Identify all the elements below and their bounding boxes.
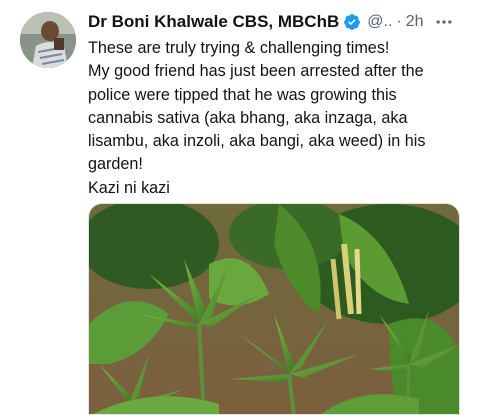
more-options-icon[interactable] xyxy=(434,12,454,32)
tweet[interactable]: Dr Boni Khalwale CBS, MBChB @.. · 2h The… xyxy=(0,0,480,415)
separator-dot: · xyxy=(396,13,402,30)
verified-badge-icon xyxy=(344,14,361,30)
cannabis-plants-photo xyxy=(89,204,459,414)
tweet-text-line: lisambu, aka inzoli, aka bangi, aka weed… xyxy=(88,132,426,151)
display-name[interactable]: Dr Boni Khalwale CBS, MBChB xyxy=(88,12,339,32)
tweet-text: These are truly trying & challenging tim… xyxy=(88,37,468,200)
avatar[interactable] xyxy=(20,12,76,68)
tweet-text-line: My good friend has just been arrested af… xyxy=(88,62,424,81)
handle[interactable]: @.. xyxy=(367,13,392,31)
tweet-text-line: These are truly trying & challenging tim… xyxy=(88,39,390,57)
tweet-text-line: police were tipped that he was growing t… xyxy=(88,85,397,104)
tweet-text-line: garden! xyxy=(88,155,143,174)
tweet-text-line: Kazi ni kazi xyxy=(88,178,170,197)
tweet-header: Dr Boni Khalwale CBS, MBChB @.. · 2h xyxy=(88,10,468,34)
avatar-photo xyxy=(20,12,76,68)
timestamp[interactable]: 2h xyxy=(406,13,424,31)
tweet-text-line: cannabis sativa (aka bhang, aka inzaga, … xyxy=(88,108,408,127)
tweet-media-image[interactable] xyxy=(88,203,460,415)
